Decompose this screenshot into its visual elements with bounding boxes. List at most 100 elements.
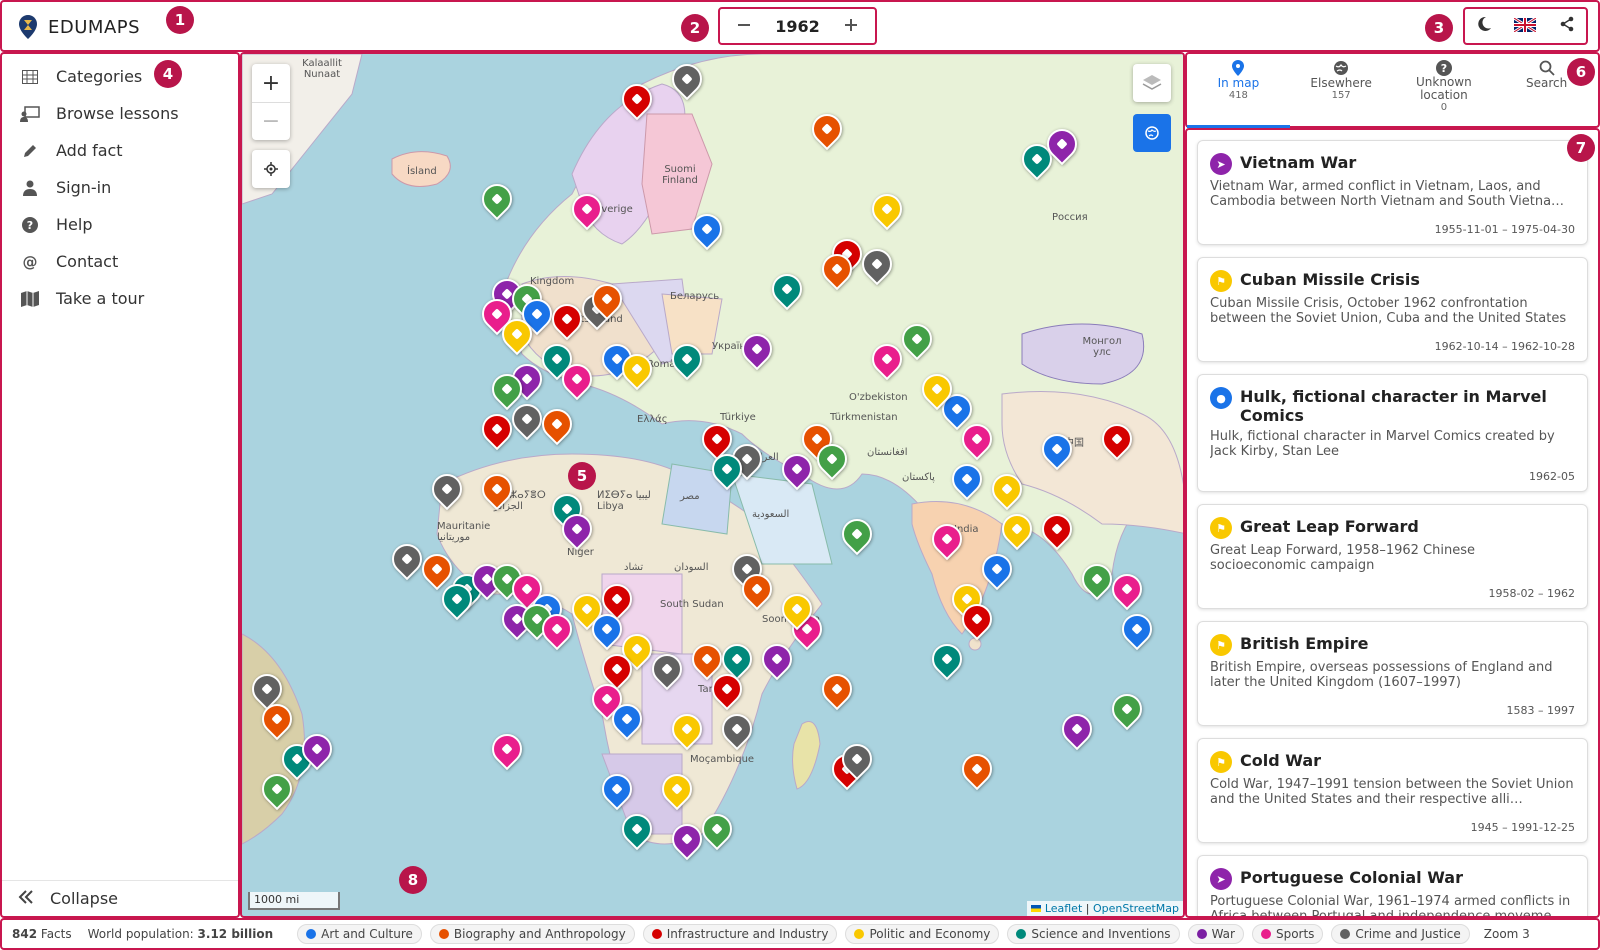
fact-card[interactable]: ➤ Vietnam War Vietnam War, armed conflict…	[1197, 140, 1588, 245]
svg-text:@: @	[23, 254, 38, 270]
category-chip-biography[interactable]: Biography and Anthropology	[429, 924, 635, 944]
zoom-control: + −	[252, 64, 290, 140]
facts-count: 842 Facts	[12, 927, 72, 941]
layers-button[interactable]	[1133, 64, 1171, 102]
war-icon: ➤	[1210, 868, 1232, 890]
tab-label: Unknown location	[1416, 75, 1472, 102]
sidebar-item-take-a-tour[interactable]: Take a tour	[2, 280, 238, 317]
map-label: Niger	[567, 547, 594, 558]
fact-description: Hulk, fictional character in Marvel Comi…	[1210, 429, 1555, 459]
fact-card[interactable]: ⚑ Cuban Missile Crisis Cuban Missile Cris…	[1197, 257, 1588, 362]
flag-icon: ⚑	[1210, 634, 1232, 656]
color-dot	[1196, 929, 1207, 939]
leaflet-link[interactable]: Leaflet	[1045, 902, 1082, 915]
category-chip-science[interactable]: Science and Inventions	[1007, 924, 1180, 944]
language-button[interactable]	[1513, 16, 1538, 36]
sidebar-item-label: Help	[56, 215, 93, 234]
grid-icon	[20, 69, 40, 84]
scale-bar: 1000 mi	[248, 892, 340, 910]
uk-flag-icon	[1513, 16, 1538, 33]
sidebar-item-contact[interactable]: @ Contact	[2, 243, 238, 280]
fact-date: 1945 – 1991-12-25	[1470, 821, 1575, 834]
map-label: مصر	[680, 491, 700, 502]
zoom-level: Zoom 3	[1483, 927, 1530, 941]
fact-card[interactable]: ⚑ Great Leap Forward Great Leap Forward, …	[1197, 504, 1588, 609]
map-label: Монгол улс	[1082, 336, 1122, 358]
map-label: السودان	[674, 562, 709, 573]
fact-card[interactable]: ⚑ Cold War Cold War, 1947–1991 tension be…	[1197, 738, 1588, 843]
search-icon	[1539, 60, 1555, 76]
pin-icon	[1232, 60, 1245, 76]
color-dot	[438, 929, 449, 939]
tab-elsewhere[interactable]: Elsewhere 157	[1290, 54, 1393, 126]
chip-label: War	[1211, 927, 1235, 941]
dark-mode-button[interactable]	[1476, 16, 1492, 36]
category-chip-infrastructure[interactable]: Infrastructure and Industry	[642, 924, 838, 944]
zoom-out-button[interactable]: −	[252, 102, 290, 140]
sidebar-item-sign-in[interactable]: Sign-in	[2, 169, 238, 206]
tab-count: 157	[1331, 90, 1351, 101]
fact-title: Hulk, fictional character in Marvel Comi…	[1240, 387, 1547, 425]
map-view[interactable]: Kalaallit Nunaat Ísland Sverige Suomi Fi…	[240, 52, 1185, 918]
color-dot	[1260, 929, 1271, 939]
logo-pin-icon	[19, 15, 37, 39]
locate-button[interactable]	[252, 150, 290, 188]
fact-title: Vietnam War	[1240, 153, 1357, 172]
fact-description: Portuguese Colonial War, 1961–1974 armed…	[1210, 894, 1571, 918]
flag-icon: ⚑	[1210, 517, 1232, 539]
question-icon: ?	[1435, 60, 1452, 76]
fact-card[interactable]: ➤ Portuguese Colonial War Portuguese Colo…	[1197, 855, 1588, 918]
year-decrement-button[interactable]	[732, 15, 756, 37]
map-label: O'zbekiston	[849, 392, 908, 403]
chip-label: Sports	[1275, 927, 1315, 941]
svg-text:?: ?	[1441, 62, 1447, 75]
map-label: Türkmenistan	[830, 412, 898, 423]
category-chip-art-and-culture[interactable]: Art and Culture	[297, 924, 422, 944]
category-chip-politic[interactable]: Politic and Economy	[845, 924, 1000, 944]
map-label: افغانستان	[867, 447, 908, 458]
fact-card[interactable]: ● Hulk, fictional character in Marvel Com…	[1197, 374, 1588, 492]
year-control: 1962	[718, 7, 877, 45]
osm-link[interactable]: OpenStreetMap	[1093, 902, 1179, 915]
fact-title: Cold War	[1240, 751, 1322, 770]
category-chip-war[interactable]: War	[1187, 924, 1244, 944]
sidebar-item-label: Browse lessons	[56, 104, 179, 123]
sidebar-item-add-fact[interactable]: Add fact	[2, 132, 238, 169]
map-label: السعودية	[752, 509, 790, 520]
sidebar-item-label: Contact	[56, 252, 119, 271]
fact-card[interactable]: ⚑ British Empire British Empire, overseas…	[1197, 621, 1588, 726]
fact-title: Portuguese Colonial War	[1240, 868, 1463, 887]
tab-label: Elsewhere	[1310, 76, 1372, 90]
year-increment-button[interactable]	[839, 15, 863, 37]
war-icon: ➤	[1210, 153, 1232, 175]
collapse-button[interactable]: Collapse	[2, 880, 238, 916]
crosshair-icon	[264, 162, 278, 176]
zoom-in-button[interactable]: +	[252, 64, 290, 102]
collapse-label: Collapse	[50, 889, 118, 908]
tab-in-map[interactable]: In map 418	[1187, 54, 1290, 128]
attribution-separator: |	[1082, 902, 1093, 915]
world-view-button[interactable]	[1133, 114, 1171, 152]
year-value[interactable]: 1962	[775, 17, 820, 36]
category-chip-sports[interactable]: Sports	[1251, 924, 1324, 944]
map-label: ⵍⵉⴱⵢⴰ ليبيا Libya	[597, 490, 651, 512]
fact-date: 1955-11-01 – 1975-04-30	[1434, 223, 1575, 236]
sidebar-item-browse-lessons[interactable]: Browse lessons	[2, 95, 238, 132]
status-bar: 842 Facts World population: 3.12 billion…	[0, 918, 1600, 950]
tab-label: In map	[1217, 76, 1260, 90]
color-dot	[1340, 929, 1351, 939]
population-label: World population:	[87, 927, 194, 941]
callout-badge-5: 5	[568, 462, 596, 490]
fact-list: 7 ➤ Vietnam War Vietnam War, armed confli…	[1185, 128, 1600, 918]
tab-unknown-location[interactable]: ? Unknown location 0	[1393, 54, 1496, 126]
fact-date: 1962-05	[1529, 470, 1575, 483]
color-dot	[854, 929, 865, 939]
moon-icon	[1478, 16, 1492, 31]
share-button[interactable]	[1559, 16, 1575, 36]
sidebar-item-categories[interactable]: Categories	[2, 58, 238, 95]
globe-icon	[1145, 126, 1159, 140]
sidebar-item-help[interactable]: ? Help	[2, 206, 238, 243]
brand-prefix: EDU	[48, 16, 88, 38]
app-logo[interactable]: EDUMAPS	[18, 14, 140, 40]
category-chip-crime[interactable]: Crime and Justice	[1331, 924, 1470, 944]
